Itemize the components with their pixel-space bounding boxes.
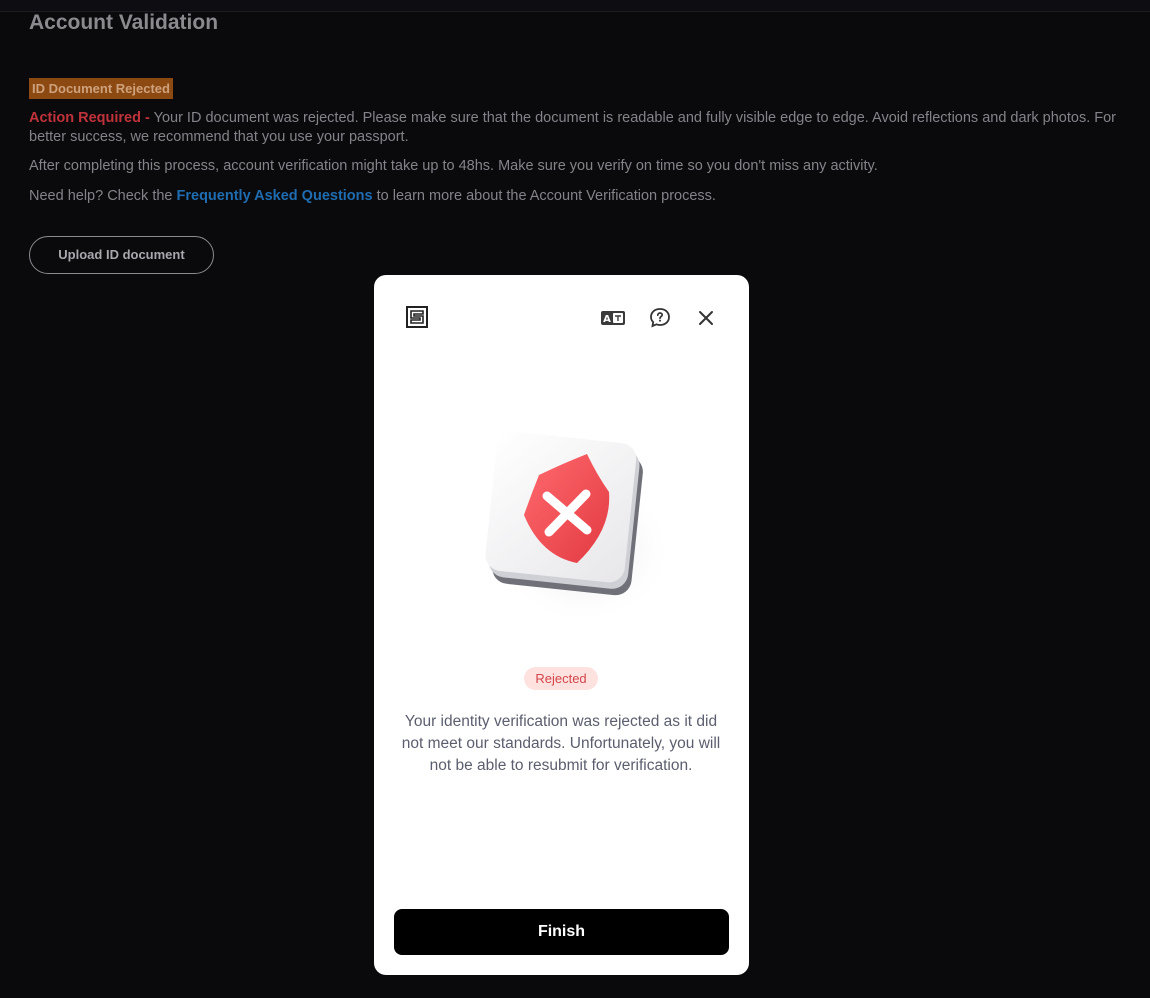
rejection-notice: Action Required - Your ID document was r… [29, 109, 1139, 147]
verification-modal: A Rejected Your identity verification wa… [374, 275, 749, 975]
rejection-text: Your ID document was rejected. Please ma… [29, 110, 1117, 145]
rejected-shield-icon [469, 430, 674, 630]
close-icon[interactable] [694, 306, 718, 330]
help-chat-icon[interactable] [648, 306, 672, 330]
brand-logo-icon [406, 306, 428, 328]
help-text: Need help? Check the Frequently Asked Qu… [29, 187, 716, 206]
finish-button[interactable]: Finish [394, 909, 729, 955]
faq-link[interactable]: Frequently Asked Questions [177, 188, 373, 204]
upload-id-document-button[interactable]: Upload ID document [29, 236, 214, 274]
rejection-message: Your identity verification was rejected … [401, 713, 721, 774]
help-suffix: to learn more about the Account Verifica… [372, 188, 716, 204]
svg-text:A: A [603, 314, 611, 325]
help-prefix: Need help? Check the [29, 188, 177, 204]
rejected-status-badge: Rejected [524, 667, 598, 690]
page-title: Account Validation [29, 11, 219, 34]
action-required-label: Action Required - [29, 110, 150, 126]
translate-icon[interactable]: A [600, 306, 625, 330]
status-badge: ID Document Rejected [29, 78, 173, 99]
verification-note: After completing this process, account v… [29, 158, 878, 174]
